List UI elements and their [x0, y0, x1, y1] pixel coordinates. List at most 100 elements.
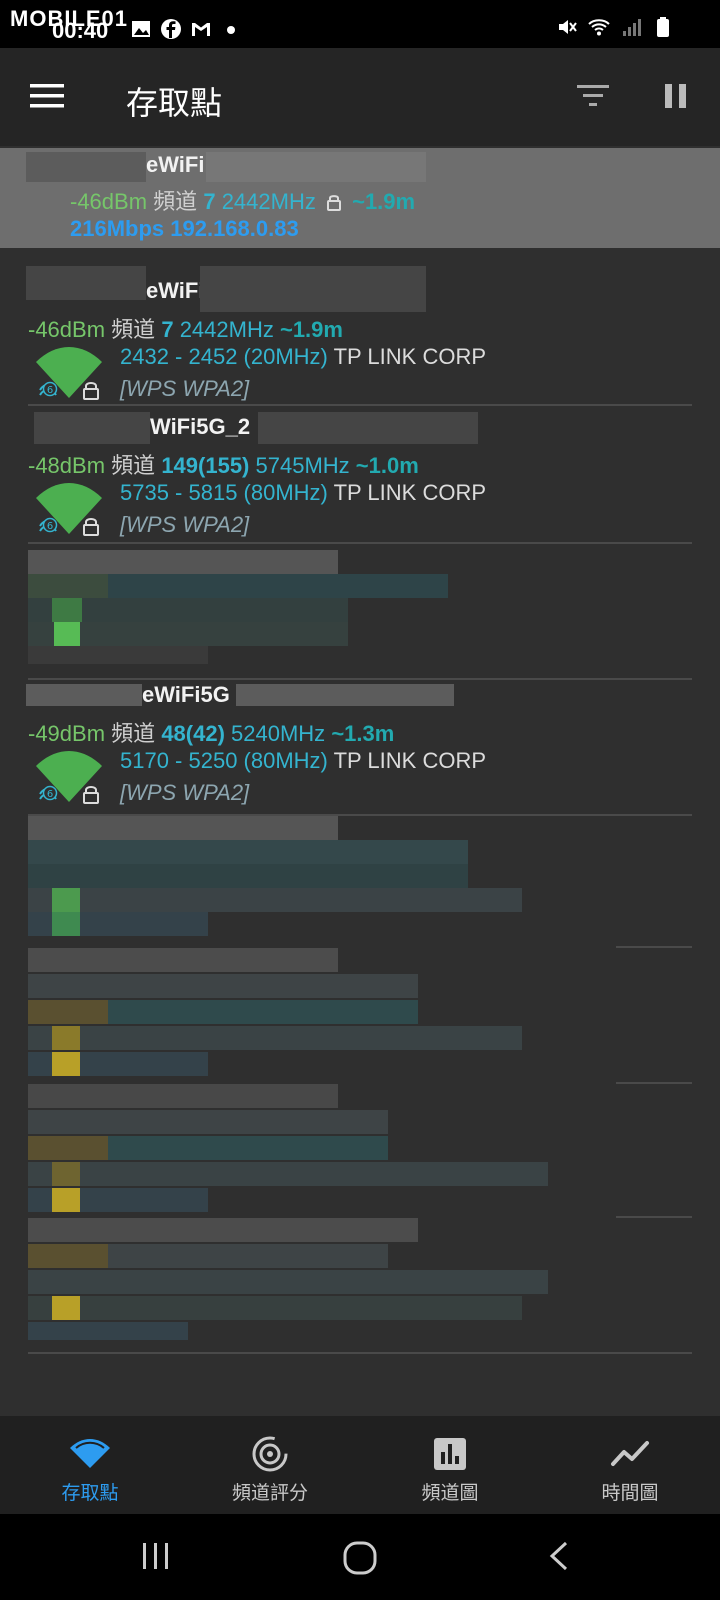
tab-label: 頻道圖 [421, 1483, 479, 1504]
tab-channel-graph[interactable]: 頻道圖 [360, 1416, 540, 1514]
svg-text:6: 6 [47, 789, 53, 800]
signal-strength: -46dBm [70, 189, 148, 214]
filter-icon[interactable] [576, 82, 612, 110]
wifi6-badge-icon: 6 [39, 517, 58, 533]
connected-network[interactable]: eWiFi -46dBm 頻道 7 2442MHz ~1.9m 216Mbps … [0, 148, 720, 248]
gallery-icon [132, 21, 150, 37]
list-item[interactable]: eWiFi -46dBm 頻道 7 2442MHz ~1.9m 6 2432 -… [0, 262, 720, 404]
lock-icon [83, 786, 99, 804]
app-bar: 存取點 [0, 48, 720, 146]
redacted-block [200, 266, 426, 312]
pause-icon[interactable] [664, 82, 688, 110]
battery-icon [657, 17, 669, 37]
menu-icon[interactable] [30, 82, 66, 110]
bar-chart-icon [434, 1438, 466, 1470]
divider [616, 1082, 692, 1084]
wifi-icon [588, 19, 610, 36]
svg-text:6: 6 [47, 521, 53, 532]
vendor-name: TP LINK CORP [333, 344, 487, 369]
security-capabilities: [WPS WPA2] [120, 376, 250, 401]
redacted-block [34, 412, 150, 444]
tab-label: 頻道評分 [231, 1483, 308, 1504]
channel-label: 頻道 [153, 189, 198, 214]
distance: ~1.0m [355, 453, 419, 478]
network-details: -48dBm 頻道 149(155) 5745MHz ~1.0m [28, 448, 419, 480]
signal-strength: -48dBm [28, 453, 106, 478]
tab-label: 時間圖 [601, 1483, 659, 1504]
status-bar: MOBILE01 00:40 [0, 0, 720, 48]
range-text: 5170 - 5250 (80MHz) [120, 748, 328, 773]
svg-text:6: 6 [47, 385, 53, 396]
divider [28, 404, 692, 406]
frequency: 5745MHz [255, 453, 350, 478]
wifi6-badge-icon: 6 [39, 785, 58, 801]
connected-details: -46dBm 頻道 7 2442MHz ~1.9m [70, 184, 415, 216]
network-ssid: WiFi5G_2 [150, 414, 251, 439]
list-item[interactable]: WiFi5G_2 -48dBm 頻道 149(155) 5745MHz ~1.0… [0, 410, 720, 542]
line-chart-icon [611, 1441, 649, 1466]
redacted-block [236, 684, 454, 706]
wifi6-badge-icon: 6 [39, 381, 58, 397]
status-time: 00:40 [52, 18, 109, 43]
redacted-block [258, 412, 478, 444]
channel-number: 149(155) [161, 453, 250, 478]
divider [28, 542, 692, 544]
vendor-name: TP LINK CORP [333, 748, 487, 773]
redacted-block [26, 684, 142, 706]
channel-number: 48(42) [161, 721, 225, 746]
network-ssid: eWiFi5G [142, 682, 230, 707]
network-ssid: eWiFi [146, 278, 205, 303]
wifi-icon [70, 1439, 110, 1468]
link-info: 216Mbps 192.168.0.83 [70, 216, 299, 241]
network-details: -49dBm 頻道 48(42) 5240MHz ~1.3m [28, 716, 394, 748]
frequency: 2442MHz [221, 189, 316, 214]
back-icon[interactable] [546, 1540, 572, 1572]
channel-number: 7 [203, 189, 216, 214]
gmail-icon [192, 23, 210, 36]
divider [28, 678, 692, 680]
redacted-network [28, 550, 588, 674]
tab-channel-rating[interactable]: 頻道評分 [180, 1416, 360, 1514]
tab-time-graph[interactable]: 時間圖 [540, 1416, 720, 1514]
redacted-block [206, 152, 426, 182]
system-navigation-bar [0, 1514, 720, 1600]
redacted-network [28, 1084, 588, 1214]
frequency: 5240MHz [231, 721, 326, 746]
frequency-range: 5170 - 5250 (80MHz) TP LINK CORP [120, 748, 486, 774]
lock-icon [326, 195, 341, 211]
signal-strength: -46dBm [28, 317, 106, 342]
facebook-icon [161, 19, 181, 39]
home-icon[interactable] [342, 1540, 378, 1576]
frequency: 2442MHz [179, 317, 274, 342]
redacted-block [26, 266, 146, 300]
redacted-network [28, 1218, 588, 1348]
tab-label: 存取點 [61, 1483, 119, 1504]
radar-icon [252, 1436, 288, 1472]
security-capabilities: [WPS WPA2] [120, 512, 250, 537]
list-item[interactable]: eWiFi5G -49dBm 頻道 48(42) 5240MHz ~1.3m 6… [0, 682, 720, 812]
vendor-name: TP LINK CORP [333, 480, 487, 505]
page-title: 存取點 [126, 85, 223, 121]
mute-icon [559, 20, 577, 34]
channel-number: 7 [161, 317, 174, 342]
channel-label: 頻道 [111, 721, 156, 746]
lock-icon [83, 518, 99, 536]
divider [616, 946, 692, 948]
network-ssid: eWiFi [146, 152, 205, 177]
dot-icon [227, 26, 235, 34]
signal-icon [623, 19, 641, 36]
redacted-network [28, 816, 588, 946]
tab-access-points[interactable]: 存取點 [0, 1416, 180, 1514]
bottom-navigation: 存取點 頻道評分 頻道圖 時間圖 [0, 1416, 720, 1514]
channel-label: 頻道 [111, 317, 156, 342]
range-text: 5735 - 5815 (80MHz) [120, 480, 328, 505]
distance: ~1.9m [352, 189, 416, 214]
divider [28, 1352, 692, 1354]
frequency-range: 2432 - 2452 (20MHz) TP LINK CORP [120, 344, 486, 370]
recents-icon[interactable] [140, 1540, 172, 1572]
network-details: -46dBm 頻道 7 2442MHz ~1.9m [28, 312, 343, 344]
channel-label: 頻道 [111, 453, 156, 478]
access-point-list[interactable]: eWiFi -46dBm 頻道 7 2442MHz ~1.9m 216Mbps … [0, 148, 720, 1416]
frequency-range: 5735 - 5815 (80MHz) TP LINK CORP [120, 480, 486, 506]
distance: ~1.9m [279, 317, 343, 342]
